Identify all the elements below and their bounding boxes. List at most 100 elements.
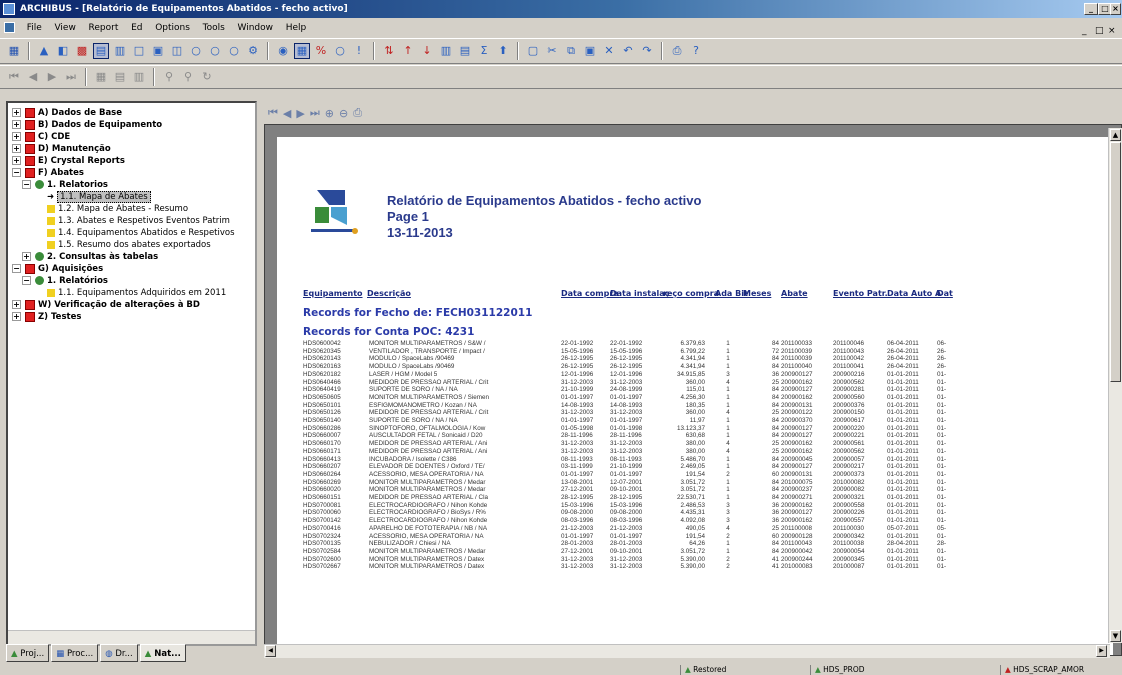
find-next-icon[interactable]: ⚲: [180, 69, 196, 85]
menu-ed[interactable]: Ed: [126, 23, 147, 33]
menu-help[interactable]: Help: [281, 23, 312, 33]
tree-item[interactable]: 1.1. Equipamentos Adquiridos em 2011: [32, 287, 226, 299]
last-record-icon[interactable]: ⏭: [63, 69, 79, 85]
circle-icon-2[interactable]: ○: [207, 43, 223, 59]
save-icon[interactable]: ▢: [525, 43, 541, 59]
query-icon[interactable]: ◉: [275, 43, 291, 59]
undo-icon[interactable]: ↶: [620, 43, 636, 59]
tree-item[interactable]: + B) Dados de Equipamento: [12, 119, 162, 131]
next-page-icon[interactable]: ▶: [296, 107, 304, 120]
tree-item[interactable]: − G) Aquisições: [12, 263, 103, 275]
tree-item[interactable]: − F) Abates: [12, 167, 84, 179]
tree-item[interactable]: − 1. Relatórios: [22, 275, 108, 287]
report-vertical-scrollbar[interactable]: ▲ ▼: [1108, 128, 1122, 643]
tree-item[interactable]: − 1. Relatorios: [22, 179, 108, 191]
expander-icon[interactable]: −: [12, 168, 21, 177]
chart-icon[interactable]: ▣: [150, 43, 166, 59]
tree-item[interactable]: +2. Consultas às tabelas: [22, 251, 158, 263]
menu-options[interactable]: Options: [150, 23, 195, 33]
zoom-out-icon[interactable]: ⊖: [339, 107, 348, 120]
rows-icon[interactable]: ▤: [457, 43, 473, 59]
scroll-left-icon[interactable]: ◀: [265, 645, 276, 657]
tree-item[interactable]: ➜ 1.1. Mapa de Abates: [32, 191, 151, 203]
filter-icon[interactable]: ◧: [55, 43, 71, 59]
app-icon[interactable]: [3, 3, 15, 15]
catalog-icon[interactable]: ▦: [6, 43, 22, 59]
ring-icon[interactable]: ○: [332, 43, 348, 59]
delete-record-icon[interactable]: ▥: [131, 69, 147, 85]
edit-record-icon[interactable]: ▤: [112, 69, 128, 85]
cut-icon[interactable]: ✂: [544, 43, 560, 59]
columns-icon[interactable]: ▥: [438, 43, 454, 59]
add-record-icon[interactable]: ▦: [93, 69, 109, 85]
menu-tools[interactable]: Tools: [198, 23, 230, 33]
expander-icon[interactable]: +: [12, 120, 21, 129]
tree-item[interactable]: + C) CDE: [12, 131, 70, 143]
tree-item[interactable]: 1.5. Resumo dos abates exportados: [32, 239, 211, 251]
expander-icon[interactable]: −: [12, 264, 21, 273]
expander-icon[interactable]: +: [12, 300, 21, 309]
refresh-icon[interactable]: ↻: [199, 69, 215, 85]
first-page-icon[interactable]: ⏮: [268, 106, 278, 120]
first-record-icon[interactable]: ⏮: [6, 69, 22, 85]
previous-page-icon[interactable]: ◀: [283, 107, 291, 120]
tree-horizontal-scrollbar[interactable]: [8, 630, 255, 644]
expander-icon[interactable]: +: [12, 144, 21, 153]
tree-item[interactable]: + E) Crystal Reports: [12, 155, 125, 167]
document-icon[interactable]: [4, 22, 15, 33]
window-icon[interactable]: □: [131, 43, 147, 59]
expander-icon[interactable]: +: [12, 108, 21, 117]
report-horizontal-scrollbar[interactable]: ◀ ▶: [264, 644, 1110, 658]
expander-icon[interactable]: +: [22, 252, 31, 261]
grid-icon[interactable]: ▥: [112, 43, 128, 59]
percent-icon[interactable]: %: [313, 43, 329, 59]
sort-desc-icon[interactable]: ↓: [419, 43, 435, 59]
expander-icon[interactable]: −: [22, 276, 31, 285]
scroll-thumb[interactable]: [1110, 142, 1121, 382]
find-icon[interactable]: ⚲: [161, 69, 177, 85]
zoom-in-icon[interactable]: ⊕: [325, 107, 334, 120]
previous-record-icon[interactable]: ◀: [25, 69, 41, 85]
tree-item[interactable]: + W) Verificação de alterações à BD: [12, 299, 200, 311]
tree-item[interactable]: 1.3. Abates e Respetivos Eventos Patrim: [32, 215, 230, 227]
info-icon[interactable]: !: [351, 43, 367, 59]
sort-icon[interactable]: ⇅: [381, 43, 397, 59]
scroll-down-icon[interactable]: ▼: [1110, 630, 1121, 642]
tree-item[interactable]: + D) Manutenção: [12, 143, 111, 155]
settings-icon[interactable]: ⚙: [245, 43, 261, 59]
circle-icon-1[interactable]: ○: [188, 43, 204, 59]
print-icon[interactable]: ⎙: [669, 43, 685, 59]
copy-icon[interactable]: ⧉: [563, 43, 579, 59]
tree-item[interactable]: 1.2. Mapa de Abates - Resumo: [32, 203, 188, 215]
tab-processes[interactable]: ▦ Proc...: [51, 644, 99, 662]
menu-file[interactable]: File: [22, 23, 47, 33]
report-view-icon[interactable]: ▦: [294, 43, 310, 59]
sum-icon[interactable]: Σ: [476, 43, 492, 59]
help-icon[interactable]: ?: [688, 43, 704, 59]
expander-icon[interactable]: +: [12, 312, 21, 321]
tab-navigator[interactable]: ▲ Nat...: [139, 644, 186, 662]
scroll-right-icon[interactable]: ▶: [1096, 645, 1107, 657]
circle-icon-3[interactable]: ○: [226, 43, 242, 59]
scroll-up-icon[interactable]: ▲: [1110, 129, 1121, 141]
paste-icon[interactable]: ▣: [582, 43, 598, 59]
last-page-icon[interactable]: ⏭: [310, 106, 320, 120]
tree-item[interactable]: + Z) Testes: [12, 311, 81, 323]
view-icon[interactable]: ▲: [36, 43, 52, 59]
tree-item[interactable]: 1.4. Equipamentos Abatidos e Respetivos: [32, 227, 235, 239]
menu-report[interactable]: Report: [84, 23, 124, 33]
pin-icon[interactable]: ⬆: [495, 43, 511, 59]
tab-projects[interactable]: ▲ Proj...: [6, 644, 50, 662]
tab-drawings[interactable]: ◍ Dr...: [100, 644, 138, 662]
menu-view[interactable]: View: [49, 23, 80, 33]
table-icon[interactable]: ▩: [74, 43, 90, 59]
print-report-icon[interactable]: ⎙: [353, 106, 362, 120]
expander-icon[interactable]: +: [12, 156, 21, 165]
record-icon[interactable]: ◫: [169, 43, 185, 59]
tree-item[interactable]: + A) Dados de Base: [12, 107, 122, 119]
menu-window[interactable]: Window: [233, 23, 279, 33]
delete-icon[interactable]: ✕: [601, 43, 617, 59]
next-record-icon[interactable]: ▶: [44, 69, 60, 85]
form-icon[interactable]: ▤: [93, 43, 109, 59]
expander-icon[interactable]: +: [12, 132, 21, 141]
